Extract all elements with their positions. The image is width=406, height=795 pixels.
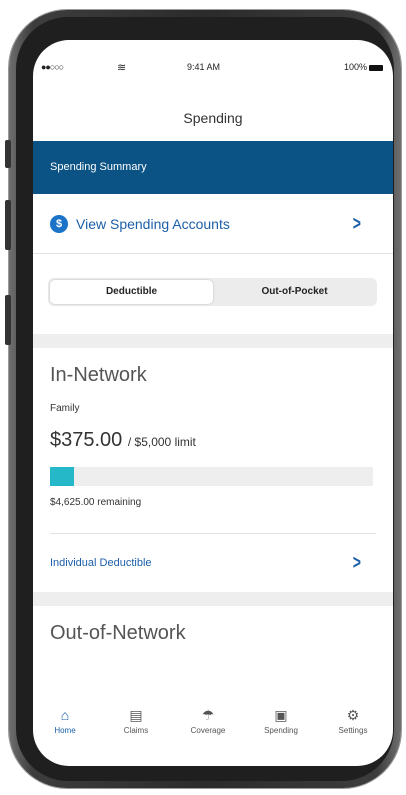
- deductible-amount: $375.00 / $5,000 limit: [50, 429, 196, 452]
- individual-deductible-link[interactable]: Individual Deductible >: [33, 543, 393, 583]
- coverage-level: Family: [50, 403, 80, 414]
- deductible-progress-fill: [50, 467, 75, 486]
- amount-limit: / $5,000 limit: [127, 435, 196, 449]
- tab-home[interactable]: ⌂ Home: [35, 706, 95, 735]
- in-network-title: In-Network: [50, 364, 147, 386]
- section-separator: [33, 334, 393, 348]
- view-spending-accounts-label: View Spending Accounts: [76, 216, 230, 232]
- tab-claims[interactable]: ▤ Claims: [106, 706, 166, 735]
- tab-spending[interactable]: ▣ Spending: [251, 706, 311, 735]
- chevron-right-icon: >: [353, 551, 362, 574]
- individual-deductible-label: Individual Deductible: [50, 557, 152, 569]
- battery-indicator: 100%: [344, 62, 383, 72]
- dollar-bill-icon: ▣: [274, 707, 288, 723]
- clipboard-icon: ▤: [129, 707, 143, 723]
- section-separator: [33, 592, 393, 606]
- spending-summary-title: Spending Summary: [50, 161, 147, 173]
- segment-deductible[interactable]: Deductible: [50, 280, 213, 304]
- deductible-segmented-control: Deductible Out-of-Pocket: [48, 278, 377, 306]
- view-spending-accounts-link[interactable]: $ View Spending Accounts >: [33, 204, 393, 244]
- volume-down-button: [5, 200, 11, 250]
- volume-up-button: [5, 140, 11, 168]
- battery-percent: 100%: [343, 62, 367, 72]
- status-bar: ●●○○○ ≋ 9:41 AM 100%: [33, 62, 393, 76]
- tab-settings[interactable]: ⚙ Settings: [323, 706, 383, 735]
- out-of-network-title: Out-of-Network: [50, 622, 186, 644]
- wifi-icon: ≋: [117, 62, 127, 74]
- tab-home-label: Home: [54, 726, 76, 735]
- spending-summary-header: Spending Summary: [33, 141, 393, 194]
- tab-spending-label: Spending: [264, 726, 298, 735]
- dollar-circle-icon: $: [50, 215, 68, 233]
- segment-out-of-pocket[interactable]: Out-of-Pocket: [214, 280, 375, 304]
- home-icon: ⌂: [60, 707, 70, 723]
- tab-claims-label: Claims: [123, 726, 149, 735]
- tab-coverage-label: Coverage: [190, 726, 226, 735]
- gear-icon: ⚙: [346, 707, 360, 723]
- bottom-tab-bar: ⌂ Home ▤ Claims ☂ Coverage ▣ Spending ⚙ …: [33, 694, 393, 754]
- divider: [33, 253, 393, 254]
- chevron-right-icon: >: [353, 212, 362, 235]
- tab-coverage[interactable]: ☂ Coverage: [178, 706, 238, 735]
- divider: [50, 533, 376, 534]
- tab-settings-label: Settings: [338, 726, 368, 735]
- battery-icon: [369, 64, 383, 71]
- deductible-progress-bar: [50, 467, 373, 486]
- amount-spent: $375.00: [50, 429, 123, 451]
- umbrella-icon: ☂: [201, 707, 215, 723]
- remaining-amount: $4,625.00 remaining: [50, 497, 142, 508]
- side-button: [5, 295, 11, 345]
- page-title: Spending: [183, 110, 243, 126]
- app-screen: ●●○○○ ≋ 9:41 AM 100% Spending Spending S…: [33, 40, 393, 766]
- status-time: 9:41 AM: [187, 62, 221, 72]
- signal-indicator: ●●○○○: [41, 62, 64, 72]
